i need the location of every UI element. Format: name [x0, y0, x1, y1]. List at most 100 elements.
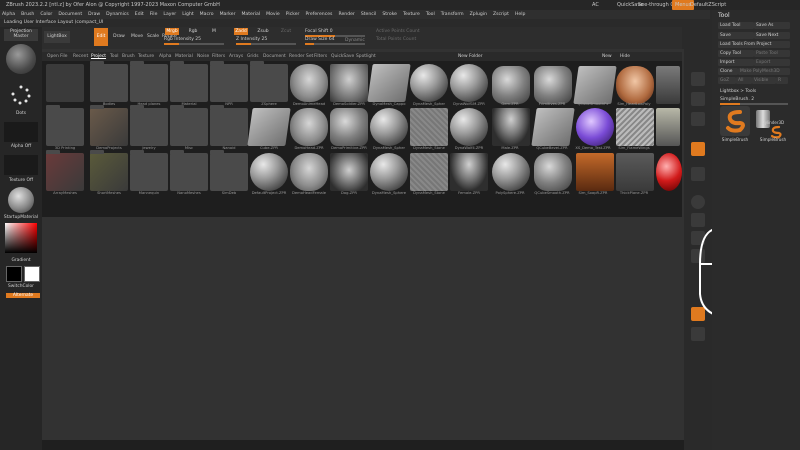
load-tools-from-project-button[interactable]: Load Tools From Project: [718, 41, 790, 48]
menu-brush[interactable]: Brush: [21, 12, 34, 17]
tab-filters-2[interactable]: Filters: [314, 52, 327, 61]
thumb-qcube-smooth[interactable]: [573, 66, 617, 104]
thumb-dynawolf4[interactable]: [450, 108, 488, 146]
rgb-button[interactable]: Rgb: [187, 28, 199, 35]
thumb-head-planes[interactable]: [130, 61, 168, 102]
zsub-button[interactable]: Zsub: [256, 28, 270, 35]
mrgb-button[interactable]: Mrgb: [165, 28, 179, 35]
lightbox-new-button[interactable]: New: [602, 52, 612, 61]
tab-spotlight[interactable]: Spotlight: [356, 52, 376, 61]
lightbox-tools-button[interactable]: Lightbox > Tools: [718, 88, 790, 95]
tab-filters[interactable]: Filters: [212, 52, 225, 61]
thumb-zbrush-banana[interactable]: [656, 108, 680, 146]
primary-color-swatch[interactable]: [24, 266, 40, 282]
thumb-dog[interactable]: [330, 153, 368, 191]
thumb-jewelry[interactable]: [130, 105, 168, 146]
thumb-material[interactable]: [170, 61, 208, 102]
save-next-button[interactable]: Save Next: [754, 32, 790, 39]
thumb-demo-soldier[interactable]: [330, 64, 368, 102]
menu-marker[interactable]: Marker: [220, 12, 236, 17]
texture-preview[interactable]: [4, 155, 38, 175]
thumb-sim-superhero[interactable]: [656, 66, 680, 104]
thumb-3d-printing[interactable]: [46, 105, 84, 146]
brush-preview-icon[interactable]: [6, 44, 36, 74]
tab-material[interactable]: Material: [175, 52, 193, 61]
thumb-simdeb[interactable]: [210, 150, 248, 191]
thumb-mannequin[interactable]: [130, 150, 168, 191]
thumb-dynawolf1m[interactable]: [450, 64, 488, 102]
menu-tool[interactable]: Tool: [426, 12, 435, 17]
make-polymesh-button[interactable]: Make PolyMesh3D: [738, 68, 790, 75]
thumb-demo-projects[interactable]: [90, 105, 128, 146]
menu-document[interactable]: Document: [58, 12, 82, 17]
thumb-female[interactable]: [450, 153, 488, 191]
tab-noise[interactable]: Noise: [197, 52, 209, 61]
thumb-dynamesh-cappo[interactable]: [367, 64, 411, 102]
copy-tool-button[interactable]: Copy Tool: [718, 50, 754, 57]
thumb-demo-head[interactable]: [290, 108, 328, 146]
z-intensity-slider[interactable]: [236, 43, 296, 45]
load-tool-button[interactable]: Load Tool: [718, 22, 754, 29]
r-button[interactable]: R: [776, 77, 788, 84]
thumb-misc[interactable]: [170, 105, 208, 146]
thumb-red-material[interactable]: [656, 153, 682, 191]
thumb-qcube-smooth-2[interactable]: [534, 153, 572, 191]
rgb-intensity-slider[interactable]: [164, 43, 224, 45]
thumb-short-meshes[interactable]: [90, 150, 128, 191]
menu-preferences[interactable]: Preferences: [305, 12, 332, 17]
tab-quicksave[interactable]: QuickSave: [331, 52, 354, 61]
thumb-nanoid[interactable]: [210, 105, 248, 146]
menu-layer[interactable]: Layer: [163, 12, 176, 17]
thumb-dynamesh-sphere-2[interactable]: [370, 108, 408, 146]
menu-picker[interactable]: Picker: [286, 12, 300, 17]
visible-button[interactable]: Visible: [752, 77, 776, 84]
zadd-button[interactable]: Zadd: [234, 28, 248, 35]
scroll-icon[interactable]: [691, 112, 705, 126]
projection-master-button[interactable]: Projection Master: [4, 29, 38, 41]
save-button[interactable]: Save: [718, 32, 754, 39]
tab-grids[interactable]: Grids: [247, 52, 259, 61]
thumb-primitives[interactable]: [534, 66, 572, 104]
secondary-color-swatch[interactable]: [6, 266, 22, 282]
thumb-polysphere[interactable]: [492, 153, 530, 191]
menu-zscript[interactable]: Zscript: [493, 12, 509, 17]
thumb-sim-flamewings[interactable]: [616, 108, 654, 146]
move-gyro-icon[interactable]: [691, 195, 705, 209]
menu-edit[interactable]: Edit: [135, 12, 144, 17]
draw-button[interactable]: Draw: [112, 28, 126, 46]
all-button[interactable]: All: [736, 77, 752, 84]
export-button[interactable]: Export: [754, 59, 790, 66]
tab-alpha[interactable]: Alpha: [159, 52, 171, 61]
move-button[interactable]: Move: [130, 28, 144, 46]
thumb-dynamesh-stone-2[interactable]: [410, 153, 448, 191]
menu-draw[interactable]: Draw: [88, 12, 100, 17]
menu-stroke[interactable]: Stroke: [382, 12, 397, 17]
menu-light[interactable]: Light: [182, 12, 193, 17]
alternate-button[interactable]: Alternate: [6, 293, 40, 298]
simplebrush-thumb[interactable]: [720, 106, 750, 136]
menu-movie[interactable]: Movie: [266, 12, 280, 17]
thumb-demo-head-female[interactable]: [290, 153, 328, 191]
tab-recent[interactable]: Recent: [73, 52, 88, 61]
zcut-button[interactable]: Zcut: [280, 28, 292, 35]
menu-dynamics[interactable]: Dynamics: [106, 12, 129, 17]
menu-macro[interactable]: Macro: [200, 12, 214, 17]
thumb-thick-plane[interactable]: [616, 153, 654, 191]
menu-color[interactable]: Color: [40, 12, 52, 17]
menu-texture[interactable]: Texture: [403, 12, 420, 17]
thumb-qcube-bevel[interactable]: [531, 108, 575, 146]
thumb-xs-demo-test[interactable]: [576, 108, 614, 146]
thumb-gem[interactable]: [492, 66, 530, 104]
default-zscript-button[interactable]: DefaultZScript: [690, 0, 726, 10]
thumb-sim-head[interactable]: [616, 66, 654, 104]
menu-stencil[interactable]: Stencil: [361, 12, 377, 17]
thumb-array-meshes[interactable]: [46, 150, 84, 191]
color-picker[interactable]: [5, 223, 37, 253]
import-button[interactable]: Import: [718, 59, 754, 66]
thumb-default-project[interactable]: [250, 153, 288, 191]
thumb-demo-anime-head[interactable]: [290, 64, 328, 102]
thumb-male[interactable]: [492, 108, 530, 146]
menu-help[interactable]: Help: [515, 12, 525, 17]
menu-alpha[interactable]: Alpha: [2, 12, 15, 17]
tab-tool[interactable]: Tool: [110, 52, 119, 61]
